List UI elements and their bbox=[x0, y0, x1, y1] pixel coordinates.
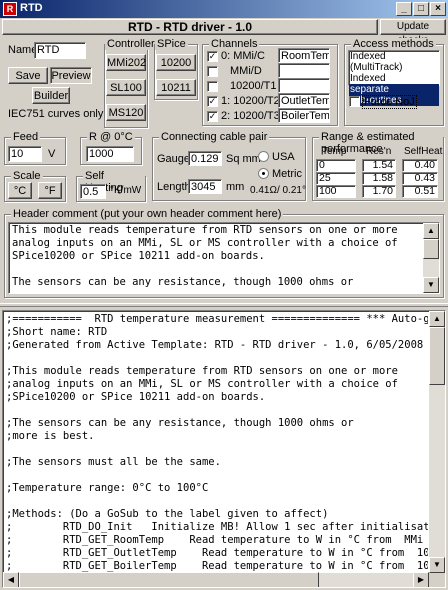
usa-radio[interactable] bbox=[258, 151, 269, 162]
channel-4-input[interactable]: BoilerTemp bbox=[278, 108, 330, 123]
length-unit: mm bbox=[226, 181, 245, 193]
header-comment-label: Header comment (put your own header comm… bbox=[11, 208, 284, 220]
length-label: Length bbox=[157, 181, 191, 193]
code-scroll-up-icon[interactable]: ▲ bbox=[429, 311, 445, 327]
builder-button[interactable]: Builder bbox=[32, 87, 70, 104]
range-row-0-temp[interactable]: 0 bbox=[316, 159, 356, 172]
force-noj-checkbox[interactable] bbox=[349, 96, 360, 107]
range-row-0-selfheat: 0.40 bbox=[402, 159, 438, 172]
cable-result: 0.41Ω/ 0.21° bbox=[250, 185, 306, 196]
code-scroll-down-icon[interactable]: ▼ bbox=[429, 557, 445, 573]
code-scroll-left-icon[interactable]: ◀ bbox=[3, 572, 19, 587]
channel-4-name: 2: 10200/T3 bbox=[221, 110, 280, 122]
channel-1-input[interactable] bbox=[278, 63, 330, 78]
access-item-0[interactable]: Indexed (MultiTrack) bbox=[349, 51, 439, 73]
self-heating-input[interactable]: 0.5 bbox=[80, 184, 106, 199]
range-header-temp: Temp bbox=[322, 146, 347, 157]
access-methods-label: Access methods bbox=[351, 38, 436, 50]
spice-10211[interactable]: 10211 bbox=[156, 79, 196, 96]
update-checks-button[interactable]: Update checks bbox=[380, 19, 446, 46]
range-row-1-resn: 1.58 bbox=[362, 172, 396, 185]
header-comment-scrollbar[interactable]: ▲ ▼ bbox=[423, 223, 439, 293]
length-input[interactable]: 3045 bbox=[188, 179, 222, 194]
range-row-2-temp[interactable]: 100 bbox=[316, 185, 356, 198]
scale-celsius-button[interactable]: °C bbox=[8, 182, 32, 199]
title-bar: R RTD _ □ × bbox=[0, 0, 448, 18]
channel-4-checkbox[interactable]: ✓ bbox=[207, 111, 218, 122]
range-row-1-selfheat: 0.43 bbox=[402, 172, 438, 185]
channel-1-name: MMi/D bbox=[230, 65, 262, 77]
gauge-unit: Sq mm bbox=[226, 153, 261, 165]
channel-0-name: 0: MMi/C bbox=[221, 50, 265, 62]
range-header-selfheat: SelfHeat bbox=[404, 146, 443, 157]
header-comment-textarea[interactable]: This module reads temperature from RTD s… bbox=[8, 222, 440, 294]
code-scroll-thumb[interactable] bbox=[429, 327, 445, 385]
code-vertical-scrollbar[interactable]: ▲ ▼ bbox=[429, 311, 445, 573]
access-methods-list[interactable]: Indexed (MultiTrack) Indexed separate su… bbox=[348, 50, 440, 106]
feed-label: Feed bbox=[11, 131, 41, 143]
force-noj-label: Force NoJ bbox=[362, 95, 417, 109]
usa-label: USA bbox=[272, 151, 295, 163]
minimize-button[interactable]: _ bbox=[396, 2, 412, 16]
range-header-resn: Res'n bbox=[366, 146, 392, 157]
channel-2-input[interactable] bbox=[278, 78, 330, 93]
spice-label: SPice bbox=[155, 38, 188, 50]
splitter[interactable] bbox=[0, 303, 448, 307]
window-title: RTD bbox=[20, 2, 43, 14]
spice-10200[interactable]: 10200 bbox=[156, 54, 196, 71]
code-view[interactable]: ;=========== RTD temperature measurement… bbox=[2, 310, 446, 588]
channel-1-checkbox[interactable] bbox=[207, 66, 218, 77]
scroll-up-icon[interactable]: ▲ bbox=[423, 223, 439, 239]
range-row-1-temp[interactable]: 25 bbox=[316, 172, 356, 185]
feed-input[interactable]: 10 bbox=[8, 146, 42, 162]
feed-unit: V bbox=[48, 148, 56, 160]
self-heating-unit: °K/mW bbox=[110, 185, 142, 196]
scroll-down-icon[interactable]: ▼ bbox=[423, 277, 439, 293]
controller-mmi202[interactable]: MMi202 bbox=[106, 54, 146, 71]
channel-2-checkbox[interactable] bbox=[207, 81, 218, 92]
name-input[interactable]: RTD bbox=[34, 42, 86, 59]
channel-0-checkbox[interactable]: ✓ bbox=[207, 51, 218, 62]
controller-sl100[interactable]: SL100 bbox=[106, 79, 146, 96]
maximize-button[interactable]: □ bbox=[413, 2, 429, 16]
size-grip[interactable] bbox=[429, 573, 445, 587]
scale-label: Scale bbox=[11, 170, 43, 182]
channel-3-name: 1: 10200/T2 bbox=[221, 95, 280, 107]
app-icon: R bbox=[3, 2, 17, 16]
channels-label: Channels bbox=[209, 38, 260, 50]
range-row-2-resn: 1.70 bbox=[362, 185, 396, 198]
gauge-label: Gauge bbox=[157, 153, 191, 165]
metric-radio[interactable] bbox=[258, 168, 269, 179]
range-row-0-resn: 1.54 bbox=[362, 159, 396, 172]
channel-0-input[interactable]: RoomTemp bbox=[278, 48, 330, 63]
code-scroll-right-icon[interactable]: ▶ bbox=[413, 572, 429, 587]
code-text: ;=========== RTD temperature measurement… bbox=[6, 313, 428, 572]
cable-label: Connecting cable pair bbox=[159, 131, 270, 143]
iec-note: IEC751 curves only! bbox=[8, 108, 107, 120]
metric-label: Metric bbox=[272, 168, 302, 180]
code-hscroll-thumb[interactable] bbox=[19, 572, 319, 587]
channel-3-input[interactable]: OutletTemp bbox=[278, 93, 330, 108]
header-comment-text: This module reads temperature from RTD s… bbox=[12, 224, 398, 288]
gauge-input[interactable]: 0.129 bbox=[188, 151, 222, 166]
close-button[interactable]: × bbox=[430, 2, 446, 16]
scale-fahrenheit-button[interactable]: °F bbox=[38, 182, 62, 199]
code-horizontal-scrollbar[interactable]: ◀ ▶ bbox=[3, 572, 429, 587]
preview-button[interactable]: Preview bbox=[50, 67, 92, 84]
controller-ms120[interactable]: MS120 bbox=[106, 104, 146, 121]
save-button[interactable]: Save bbox=[8, 67, 48, 84]
channel-3-checkbox[interactable]: ✓ bbox=[207, 96, 218, 107]
page-title: RTD - RTD driver - 1.0 bbox=[2, 19, 378, 35]
r0-input[interactable]: 1000 bbox=[86, 146, 134, 162]
controller-label: Controller bbox=[105, 38, 157, 50]
channel-2-name: 10200/T1 bbox=[230, 80, 277, 92]
access-item-1[interactable]: Indexed bbox=[349, 73, 439, 84]
range-row-2-selfheat: 0.51 bbox=[402, 185, 438, 198]
scroll-thumb[interactable] bbox=[423, 239, 439, 259]
r0-label: R @ 0°C bbox=[87, 131, 135, 143]
name-label: Name bbox=[8, 44, 38, 56]
